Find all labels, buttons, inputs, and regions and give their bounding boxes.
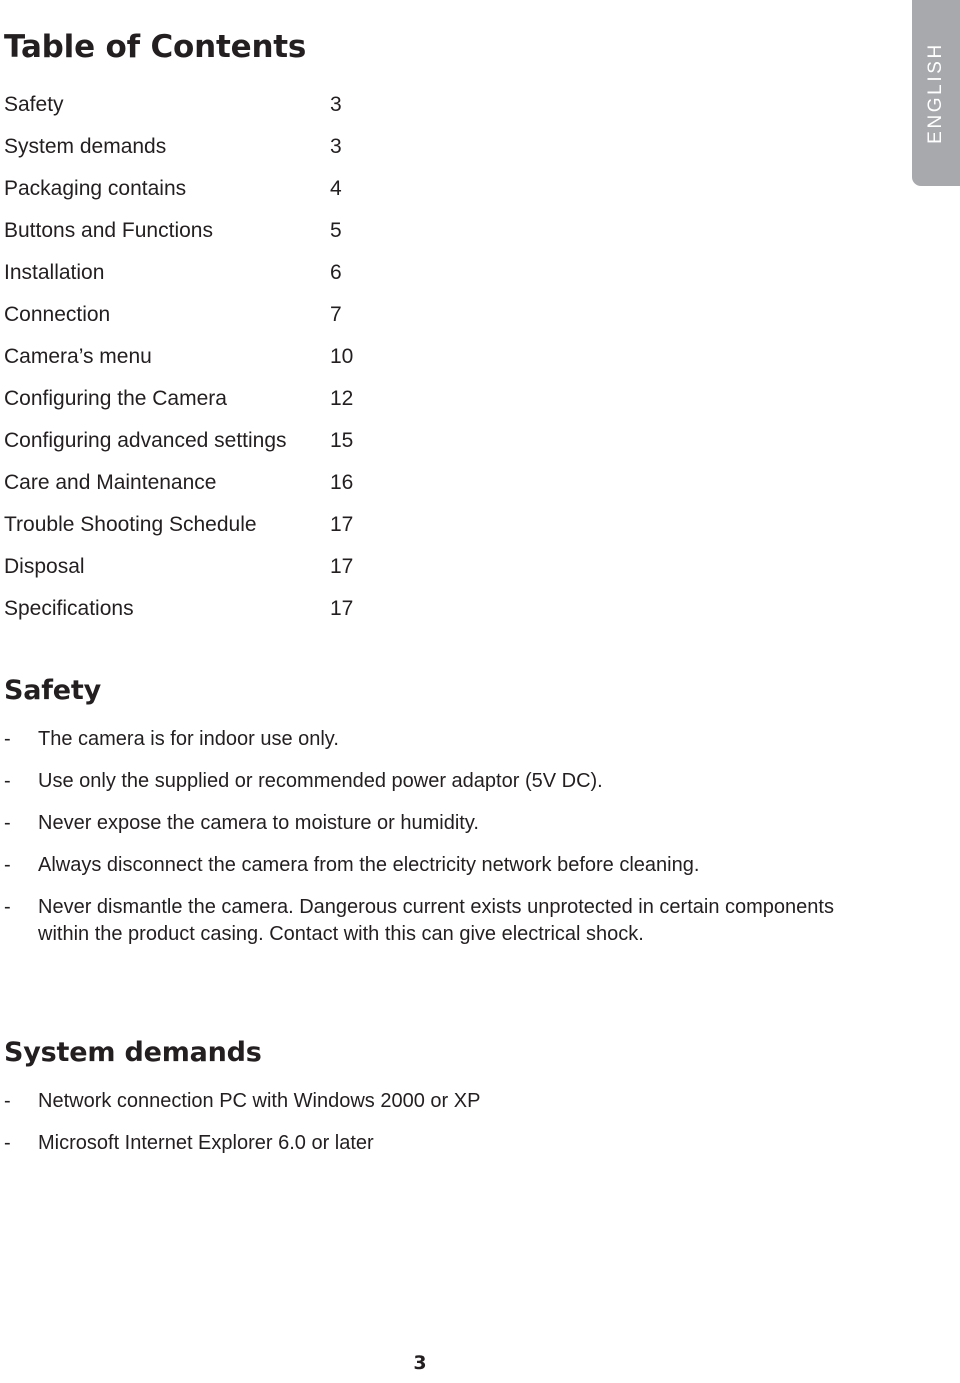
list-item: - Never expose the camera to moisture or… [4, 810, 834, 837]
list-item-text: Use only the supplied or recommended pow… [38, 770, 603, 792]
toc-entry-label: Disposal [4, 555, 85, 578]
toc-entry[interactable]: Camera’s menu 10 [4, 336, 404, 378]
toc-entry-page: 12 [330, 387, 354, 410]
toc-entry-page: 17 [330, 513, 354, 536]
toc-entry-label: System demands [4, 135, 167, 158]
toc-entry[interactable]: Connection 7 [4, 294, 404, 336]
toc-entry-page: 15 [330, 429, 354, 452]
toc-entry[interactable]: Configuring advanced settings 15 [4, 420, 404, 462]
language-tab: ENGLISH [912, 0, 960, 186]
toc-entry-label: Buttons and Functions [4, 219, 213, 242]
toc-entry-label: Camera’s menu [4, 345, 152, 368]
toc-entry[interactable]: Trouble Shooting Schedule 17 [4, 504, 404, 546]
section-heading-system-demands: System demands [4, 1037, 262, 1068]
toc-entry-label: Care and Maintenance [4, 471, 217, 494]
toc-entry-label: Safety [4, 93, 64, 116]
system-demands-bullet-list: - Network connection PC with Windows 200… [4, 1088, 834, 1172]
list-item: - Never dismantle the camera. Dangerous … [4, 894, 834, 948]
safety-bullet-list: - The camera is for indoor use only. - U… [4, 726, 834, 963]
toc-entry-label: Configuring the Camera [4, 387, 227, 410]
list-item-text: Never expose the camera to moisture or h… [38, 812, 479, 834]
bullet-dash-icon: - [4, 728, 11, 750]
toc-entry[interactable]: Buttons and Functions 5 [4, 210, 404, 252]
toc-entry-page: 6 [330, 261, 342, 284]
language-tab-label: ENGLISH [925, 42, 946, 144]
document-page: ENGLISH Table of Contents Safety 3 Syste… [0, 0, 960, 1383]
bullet-dash-icon: - [4, 1090, 11, 1112]
toc-entry-page: 17 [330, 555, 354, 578]
list-item: - Network connection PC with Windows 200… [4, 1088, 834, 1115]
toc-entry[interactable]: Safety 3 [4, 84, 404, 126]
footer-page-number: 3 [413, 1352, 427, 1374]
toc-entry-page: 7 [330, 303, 342, 326]
bullet-dash-icon: - [4, 896, 11, 918]
list-item: - Use only the supplied or recommended p… [4, 768, 834, 795]
toc-entry-page: 5 [330, 219, 342, 242]
section-heading-safety: Safety [4, 675, 102, 706]
toc-entry-label: Connection [4, 303, 111, 326]
toc-entry-page: 3 [330, 93, 342, 116]
bullet-dash-icon: - [4, 1132, 11, 1154]
toc-entry-label: Installation [4, 261, 105, 284]
toc-entry-page: 17 [330, 597, 354, 620]
toc-entry[interactable]: Care and Maintenance 16 [4, 462, 404, 504]
list-item-text: The camera is for indoor use only. [38, 728, 339, 750]
list-item-text: Always disconnect the camera from the el… [38, 854, 700, 876]
toc-entry[interactable]: Packaging contains 4 [4, 168, 404, 210]
list-item-text: Network connection PC with Windows 2000 … [38, 1090, 481, 1112]
list-item: - The camera is for indoor use only. [4, 726, 834, 753]
toc-entry[interactable]: Specifications 17 [4, 588, 404, 630]
list-item-text: Never dismantle the camera. Dangerous cu… [38, 896, 834, 945]
toc-entry-label: Specifications [4, 597, 134, 620]
toc-entry-label: Trouble Shooting Schedule [4, 513, 257, 536]
toc-entry-label: Configuring advanced settings [4, 429, 287, 452]
toc-entry-page: 3 [330, 135, 342, 158]
table-of-contents: Safety 3 System demands 3 Packaging cont… [4, 84, 404, 630]
toc-entry[interactable]: Configuring the Camera 12 [4, 378, 404, 420]
list-item: - Microsoft Internet Explorer 6.0 or lat… [4, 1130, 834, 1157]
toc-entry[interactable]: System demands 3 [4, 126, 404, 168]
bullet-dash-icon: - [4, 812, 11, 834]
toc-entry[interactable]: Installation 6 [4, 252, 404, 294]
bullet-dash-icon: - [4, 770, 11, 792]
toc-entry-page: 16 [330, 471, 354, 494]
toc-entry[interactable]: Disposal 17 [4, 546, 404, 588]
toc-entry-page: 10 [330, 345, 354, 368]
list-item-text: Microsoft Internet Explorer 6.0 or later [38, 1132, 374, 1154]
list-item: - Always disconnect the camera from the … [4, 852, 834, 879]
toc-entry-page: 4 [330, 177, 342, 200]
page-title: Table of Contents [4, 29, 307, 65]
bullet-dash-icon: - [4, 854, 11, 876]
toc-entry-label: Packaging contains [4, 177, 187, 200]
